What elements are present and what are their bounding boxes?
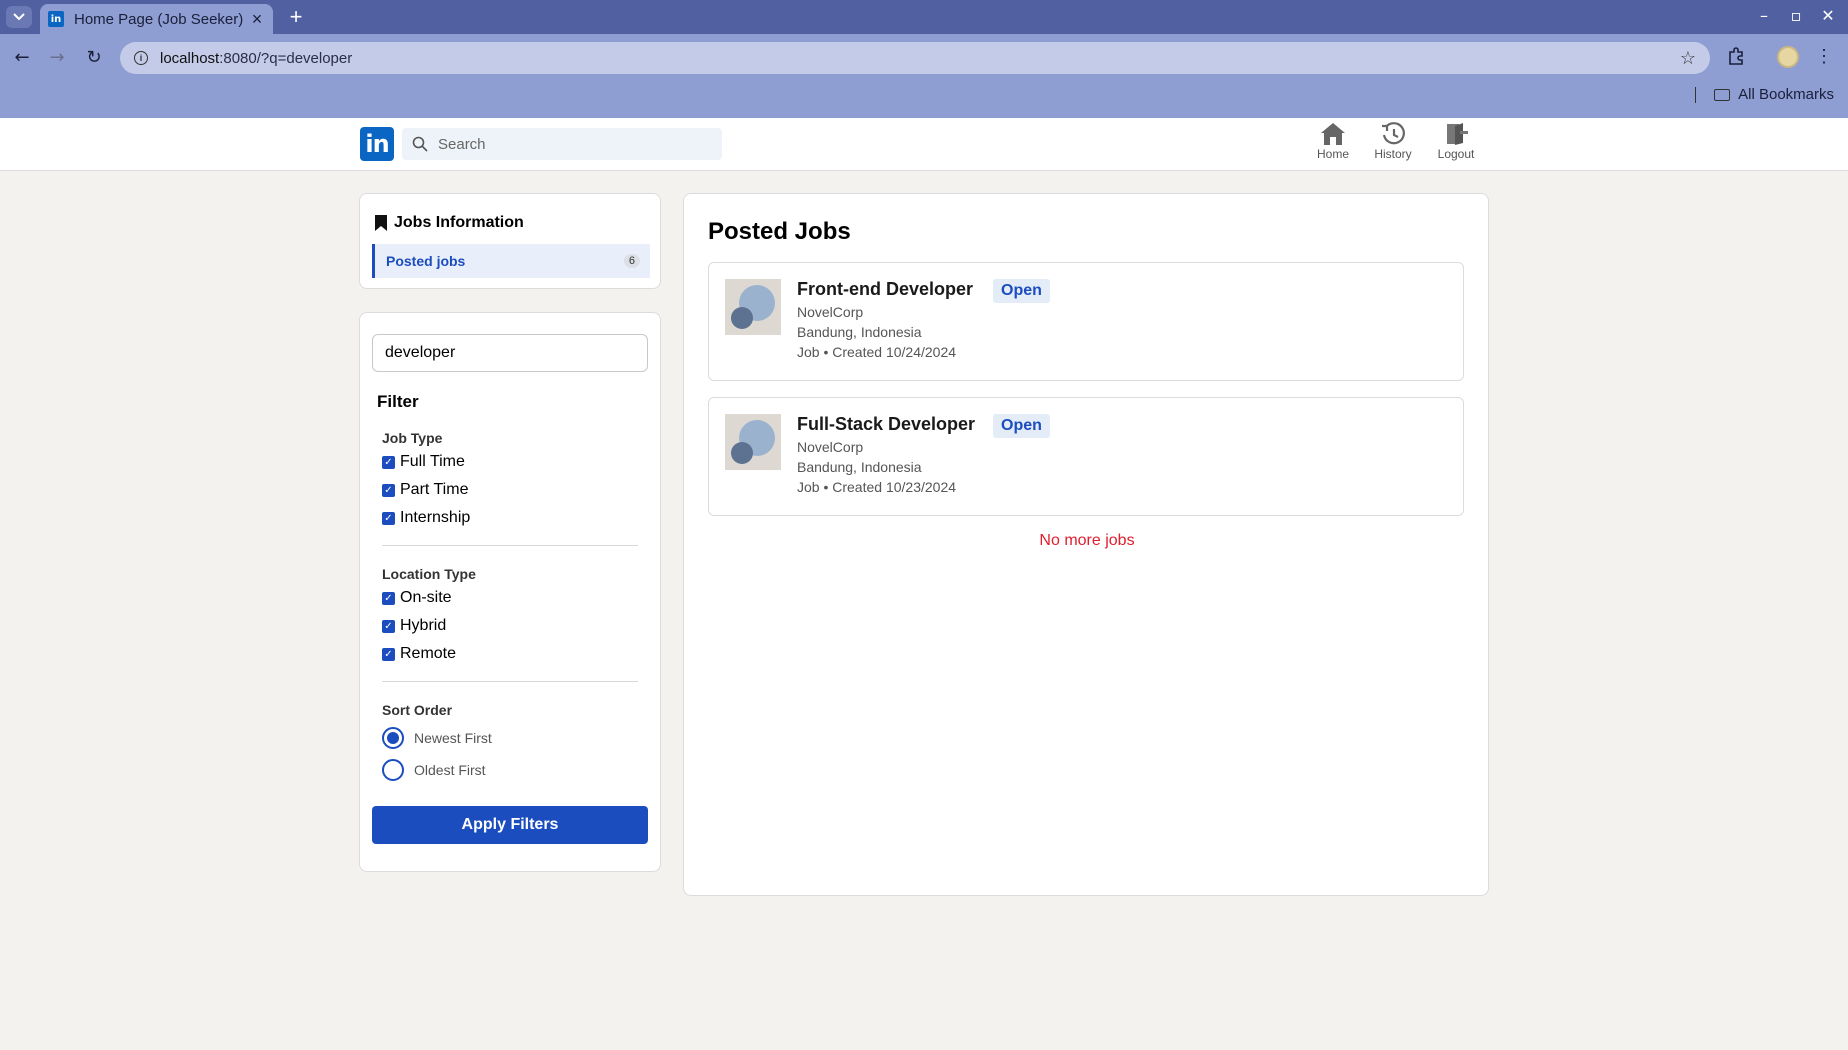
address-bar[interactable]: i localhost:8080/?q=developer ☆ bbox=[120, 42, 1710, 74]
nav-home-label: Home bbox=[1316, 147, 1349, 161]
radio-label: Newest First bbox=[414, 730, 492, 746]
filter-heading: Filter bbox=[377, 392, 419, 411]
filter-card: Filter Job Type ✓ Full Time ✓ Part Time … bbox=[359, 312, 661, 872]
sort-order-title: Sort Order bbox=[382, 702, 453, 718]
browser-tabstrip: in Home Page (Job Seeker) × + – ▫ ✕ bbox=[0, 0, 1848, 34]
no-more-jobs-message: No more jobs bbox=[1039, 532, 1135, 549]
checkbox-label: Internship bbox=[400, 509, 471, 526]
job-company: NovelCorp bbox=[797, 304, 864, 320]
checkbox-hybrid[interactable]: ✓ Hybrid bbox=[382, 617, 446, 635]
reload-icon[interactable]: ↻ bbox=[82, 46, 106, 70]
status-badge: Open bbox=[993, 279, 1050, 303]
tab-search-button[interactable] bbox=[6, 6, 32, 28]
logout-icon bbox=[1447, 123, 1468, 145]
browser-menu-icon[interactable]: ⋮ bbox=[1812, 46, 1836, 67]
checkbox-part-time[interactable]: ✓ Part Time bbox=[382, 481, 468, 499]
job-search-input[interactable] bbox=[372, 334, 648, 372]
profile-avatar-icon[interactable] bbox=[1777, 46, 1799, 68]
checkbox-label: Part Time bbox=[400, 481, 469, 498]
nav-history-label: History bbox=[1374, 147, 1412, 161]
sidebar-item-label: Posted jobs bbox=[386, 253, 466, 269]
checkbox-checked-icon[interactable]: ✓ bbox=[382, 619, 395, 633]
bookmark-icon bbox=[375, 215, 387, 231]
search-icon bbox=[412, 136, 428, 152]
jobs-information-title: Jobs Information bbox=[394, 214, 524, 231]
job-card[interactable]: Front-end Developer Open NovelCorp Bandu… bbox=[708, 262, 1464, 381]
job-title[interactable]: Front-end Developer bbox=[797, 279, 973, 300]
page-title: Posted Jobs bbox=[708, 218, 851, 245]
radio-oldest-first[interactable]: Oldest First bbox=[382, 759, 486, 781]
bookmarks-separator bbox=[1695, 86, 1697, 103]
tab-title: Home Page (Job Seeker) bbox=[74, 10, 244, 28]
checkbox-checked-icon[interactable]: ✓ bbox=[382, 591, 395, 605]
location-type-title: Location Type bbox=[382, 566, 476, 582]
maximize-icon[interactable]: ▫ bbox=[1786, 6, 1806, 25]
tab-close-icon[interactable]: × bbox=[249, 9, 265, 30]
status-badge: Open bbox=[993, 414, 1050, 438]
job-location: Bandung, Indonesia bbox=[797, 459, 922, 475]
app-header: in Home History Logout bbox=[0, 118, 1848, 171]
nav-logout[interactable]: Logout bbox=[1426, 122, 1486, 161]
checkbox-remote[interactable]: ✓ Remote bbox=[382, 645, 456, 663]
job-company: NovelCorp bbox=[797, 439, 864, 455]
job-meta: Job • Created 10/23/2024 bbox=[797, 479, 957, 495]
linkedin-favicon-icon: in bbox=[48, 11, 64, 27]
job-card[interactable]: Full-Stack Developer Open NovelCorp Band… bbox=[708, 397, 1464, 516]
checkbox-label: On-site bbox=[400, 589, 452, 606]
radio-newest-first[interactable]: Newest First bbox=[382, 727, 492, 749]
checkbox-label: Remote bbox=[400, 645, 457, 662]
checkbox-checked-icon[interactable]: ✓ bbox=[382, 647, 395, 661]
apply-filters-button[interactable]: Apply Filters bbox=[372, 806, 648, 844]
radio-unselected-icon[interactable] bbox=[382, 759, 404, 781]
browser-toolbar: ← → ↻ i localhost:8080/?q=developer ☆ ⋮ … bbox=[0, 34, 1848, 118]
nav-history[interactable]: History bbox=[1363, 122, 1423, 161]
checkbox-on-site[interactable]: ✓ On-site bbox=[382, 589, 452, 607]
minimize-icon[interactable]: – bbox=[1754, 6, 1774, 25]
home-icon bbox=[1321, 123, 1345, 145]
job-type-title: Job Type bbox=[382, 430, 443, 446]
new-tab-button[interactable]: + bbox=[284, 4, 308, 30]
radio-selected-icon[interactable] bbox=[382, 727, 404, 749]
nav-home[interactable]: Home bbox=[1303, 122, 1363, 161]
checkbox-checked-icon[interactable]: ✓ bbox=[382, 511, 395, 525]
jobs-information-card: Jobs Information Posted jobs 6 bbox=[359, 193, 661, 289]
extensions-icon[interactable] bbox=[1724, 46, 1748, 71]
all-bookmarks-link[interactable]: All Bookmarks bbox=[1738, 86, 1834, 103]
radio-label: Oldest First bbox=[414, 762, 486, 778]
company-logo bbox=[725, 279, 781, 335]
browser-tab-active[interactable]: in Home Page (Job Seeker) × bbox=[40, 4, 273, 34]
chevron-down-icon bbox=[13, 13, 25, 21]
checkbox-checked-icon[interactable]: ✓ bbox=[382, 483, 395, 497]
checkbox-checked-icon[interactable]: ✓ bbox=[382, 455, 395, 469]
job-title[interactable]: Full-Stack Developer bbox=[797, 414, 975, 435]
posted-jobs-panel: Posted Jobs Front-end Developer Open Nov… bbox=[683, 193, 1489, 896]
sidebar-item-posted-jobs[interactable]: Posted jobs 6 bbox=[372, 244, 650, 278]
filter-divider bbox=[382, 681, 638, 682]
filter-divider bbox=[382, 545, 638, 546]
url-text: localhost:8080/?q=developer bbox=[160, 49, 353, 67]
checkbox-label: Hybrid bbox=[400, 617, 447, 634]
nav-logout-label: Logout bbox=[1437, 147, 1475, 161]
bookmarks-bar: All Bookmarks bbox=[1695, 86, 1834, 103]
checkbox-internship[interactable]: ✓ Internship bbox=[382, 509, 470, 527]
forward-icon[interactable]: → bbox=[45, 46, 69, 70]
site-info-icon[interactable]: i bbox=[134, 51, 148, 65]
company-logo bbox=[725, 414, 781, 470]
back-icon[interactable]: ← bbox=[10, 46, 34, 70]
folder-icon bbox=[1714, 88, 1731, 101]
jobs-information-heading: Jobs Information bbox=[374, 214, 524, 232]
bookmark-star-icon[interactable]: ☆ bbox=[1680, 48, 1696, 69]
job-location: Bandung, Indonesia bbox=[797, 324, 922, 340]
history-icon bbox=[1382, 122, 1405, 145]
checkbox-full-time[interactable]: ✓ Full Time bbox=[382, 453, 465, 471]
window-close-icon[interactable]: ✕ bbox=[1818, 6, 1838, 25]
job-meta: Job • Created 10/24/2024 bbox=[797, 344, 957, 360]
header-search[interactable] bbox=[402, 128, 722, 160]
linkedin-logo[interactable]: in bbox=[360, 127, 394, 161]
checkbox-label: Full Time bbox=[400, 453, 465, 470]
posted-jobs-count-badge: 6 bbox=[623, 254, 640, 268]
search-input[interactable] bbox=[438, 135, 708, 153]
